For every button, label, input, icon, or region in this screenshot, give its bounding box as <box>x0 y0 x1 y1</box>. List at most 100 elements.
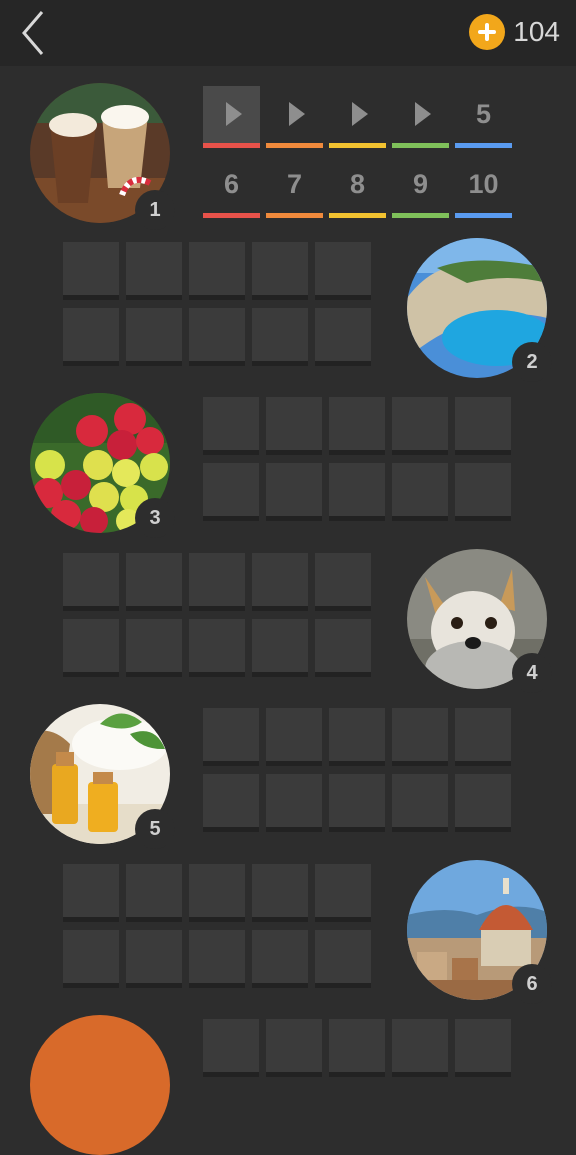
puzzle-number-badge: 4 <box>512 653 552 693</box>
locked-level-tile[interactable] <box>455 774 511 832</box>
locked-level-tile[interactable] <box>126 242 182 300</box>
locked-level-tile[interactable] <box>189 308 245 366</box>
locked-level-tile[interactable] <box>455 397 511 455</box>
locked-level-tile[interactable] <box>329 1019 385 1077</box>
locked-level-tile[interactable] <box>315 619 371 677</box>
level-color-bar <box>203 143 260 148</box>
partial-image <box>30 1015 170 1155</box>
locked-level-tile[interactable] <box>315 930 371 988</box>
level-number: 8 <box>349 168 366 199</box>
play-icon <box>288 102 305 126</box>
locked-level-tile[interactable] <box>126 930 182 988</box>
locked-level-tile[interactable] <box>189 242 245 300</box>
locked-level-tile[interactable] <box>63 242 119 300</box>
level-color-bar <box>266 143 323 148</box>
level-color-bar <box>455 143 512 148</box>
level-color-bar <box>392 143 449 148</box>
locked-level-tile[interactable] <box>315 308 371 366</box>
locked-level-tile[interactable] <box>203 774 259 832</box>
locked-level-tile[interactable] <box>126 619 182 677</box>
level-selector: 5 6 7 8 9 10 <box>203 86 512 218</box>
level-2-button[interactable] <box>266 86 323 148</box>
locked-level-tile[interactable] <box>63 864 119 922</box>
puzzle-number-badge: 6 <box>512 964 552 1004</box>
puzzle-3-locked-grid <box>203 397 511 521</box>
coin-counter[interactable]: 104 <box>469 14 560 50</box>
puzzle-number-badge: 1 <box>135 190 175 230</box>
level-number: 10 <box>468 168 499 199</box>
puzzle-number-badge: 5 <box>135 809 175 849</box>
locked-level-tile[interactable] <box>329 397 385 455</box>
locked-level-tile[interactable] <box>266 774 322 832</box>
locked-level-tile[interactable] <box>189 553 245 611</box>
locked-level-tile[interactable] <box>203 397 259 455</box>
locked-level-tile[interactable] <box>189 619 245 677</box>
locked-level-tile[interactable] <box>189 864 245 922</box>
level-number: 5 <box>475 98 492 129</box>
locked-level-tile[interactable] <box>392 397 448 455</box>
puzzle-image-partial[interactable] <box>30 1015 170 1155</box>
locked-level-tile[interactable] <box>63 553 119 611</box>
add-coins-icon[interactable] <box>469 14 506 50</box>
level-4-button[interactable] <box>392 86 449 148</box>
locked-level-tile[interactable] <box>455 1019 511 1077</box>
puzzle-5-locked-grid <box>203 708 511 832</box>
level-color-bar <box>455 213 512 218</box>
play-icon <box>225 102 242 126</box>
locked-level-tile[interactable] <box>329 463 385 521</box>
level-5-button[interactable]: 5 <box>455 86 512 148</box>
level-color-bar <box>266 213 323 218</box>
top-bar: 104 <box>0 0 576 66</box>
locked-level-tile[interactable] <box>455 708 511 766</box>
locked-level-tile[interactable] <box>252 308 308 366</box>
locked-level-tile[interactable] <box>392 1019 448 1077</box>
back-button[interactable] <box>14 8 54 58</box>
level-number: 9 <box>412 168 429 199</box>
locked-level-tile[interactable] <box>455 463 511 521</box>
chevron-left-icon <box>22 11 44 55</box>
level-7-button[interactable]: 7 <box>266 156 323 218</box>
play-icon <box>414 102 431 126</box>
locked-level-tile[interactable] <box>126 864 182 922</box>
locked-level-tile[interactable] <box>266 708 322 766</box>
locked-level-tile[interactable] <box>392 463 448 521</box>
level-color-bar <box>392 213 449 218</box>
locked-level-tile[interactable] <box>266 1019 322 1077</box>
locked-level-tile[interactable] <box>63 930 119 988</box>
puzzle-2-locked-grid <box>63 242 371 366</box>
level-10-button[interactable]: 10 <box>455 156 512 218</box>
level-3-button[interactable] <box>329 86 386 148</box>
locked-level-tile[interactable] <box>63 619 119 677</box>
locked-level-tile[interactable] <box>252 553 308 611</box>
level-8-button[interactable]: 8 <box>329 156 386 218</box>
level-number: 7 <box>286 168 303 199</box>
locked-level-tile[interactable] <box>126 308 182 366</box>
locked-level-tile[interactable] <box>252 242 308 300</box>
puzzle-6-locked-grid <box>63 864 371 988</box>
locked-level-tile[interactable] <box>315 553 371 611</box>
puzzle-7-locked-grid <box>203 1019 511 1077</box>
play-icon <box>351 102 368 126</box>
locked-level-tile[interactable] <box>315 864 371 922</box>
locked-level-tile[interactable] <box>392 774 448 832</box>
level-color-bar <box>203 213 260 218</box>
level-6-button[interactable]: 6 <box>203 156 260 218</box>
locked-level-tile[interactable] <box>315 242 371 300</box>
locked-level-tile[interactable] <box>203 1019 259 1077</box>
locked-level-tile[interactable] <box>329 708 385 766</box>
level-9-button[interactable]: 9 <box>392 156 449 218</box>
locked-level-tile[interactable] <box>329 774 385 832</box>
locked-level-tile[interactable] <box>126 553 182 611</box>
locked-level-tile[interactable] <box>266 397 322 455</box>
locked-level-tile[interactable] <box>266 463 322 521</box>
level-color-bar <box>329 143 386 148</box>
locked-level-tile[interactable] <box>189 930 245 988</box>
locked-level-tile[interactable] <box>203 463 259 521</box>
locked-level-tile[interactable] <box>252 930 308 988</box>
locked-level-tile[interactable] <box>392 708 448 766</box>
level-1-button[interactable] <box>203 86 260 148</box>
locked-level-tile[interactable] <box>252 864 308 922</box>
locked-level-tile[interactable] <box>63 308 119 366</box>
locked-level-tile[interactable] <box>252 619 308 677</box>
locked-level-tile[interactable] <box>203 708 259 766</box>
